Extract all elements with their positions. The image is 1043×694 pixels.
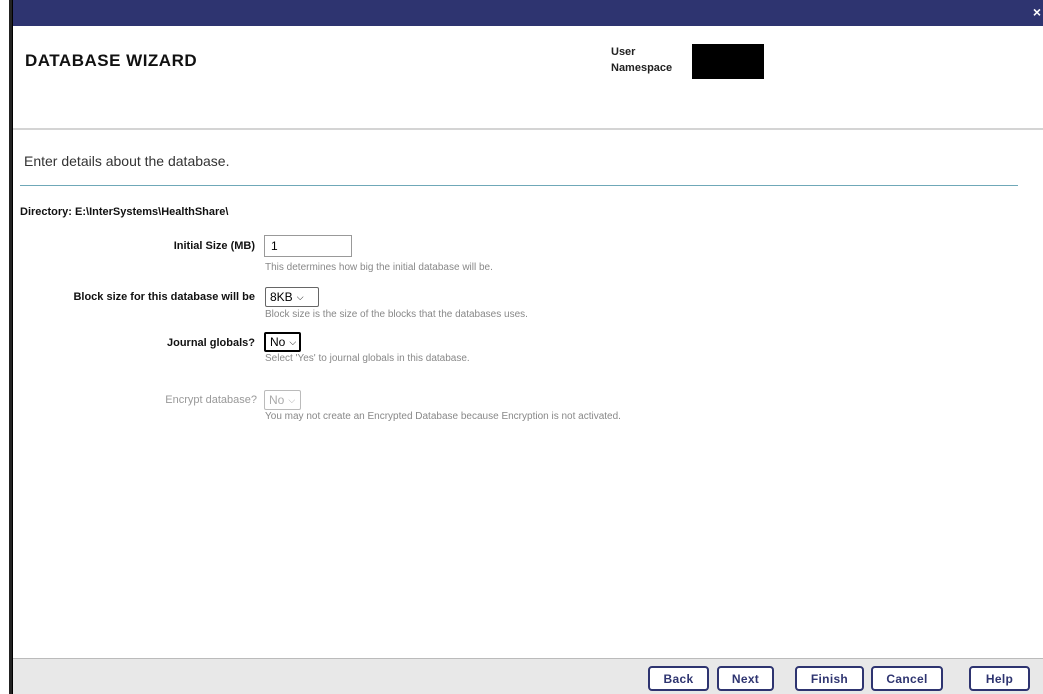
namespace-label: Namespace: [611, 62, 673, 74]
encrypt-database-hint: You may not create an Encrypted Database…: [265, 411, 621, 422]
journal-globals-label: Journal globals?: [166, 337, 255, 349]
encrypt-database-label: Encrypt database?: [165, 394, 257, 406]
encrypt-database-value: No: [269, 393, 285, 407]
back-button[interactable]: Back: [648, 666, 709, 691]
block-size-select[interactable]: 8KB ⌵: [265, 287, 319, 307]
block-size-hint: Block size is the size of the blocks tha…: [265, 309, 528, 320]
block-size-label: Block size for this database will be: [73, 291, 255, 303]
wizard-header: [13, 26, 1043, 130]
close-icon[interactable]: ×: [1033, 4, 1041, 20]
chevron-down-icon: ⌵: [296, 291, 304, 302]
journal-globals-select[interactable]: No ⌵: [264, 332, 301, 352]
directory-path: Directory: E:\InterSystems\HealthShare\: [20, 206, 229, 218]
encrypt-database-select: No ⌵: [264, 390, 301, 410]
initial-size-input[interactable]: [264, 235, 352, 257]
next-button[interactable]: Next: [717, 666, 774, 691]
finish-button[interactable]: Finish: [795, 666, 864, 691]
intro-text: Enter details about the database.: [24, 153, 230, 169]
block-size-value: 8KB: [270, 290, 293, 304]
page-title: DATABASE WIZARD: [25, 51, 198, 70]
chevron-down-icon: ⌵: [289, 336, 297, 347]
chevron-down-icon: ⌵: [288, 394, 296, 405]
divider: [20, 185, 1018, 186]
user-label: User: [611, 46, 636, 58]
redacted-user-namespace: [692, 44, 764, 79]
initial-size-hint: This determines how big the initial data…: [265, 262, 493, 273]
window-left-border: [0, 0, 13, 694]
initial-size-label: Initial Size (MB): [173, 240, 255, 252]
cancel-button[interactable]: Cancel: [871, 666, 943, 691]
journal-globals-hint: Select 'Yes' to journal globals in this …: [265, 353, 470, 364]
help-button[interactable]: Help: [969, 666, 1030, 691]
window-titlebar: ×: [13, 0, 1043, 26]
journal-globals-value: No: [270, 335, 286, 349]
